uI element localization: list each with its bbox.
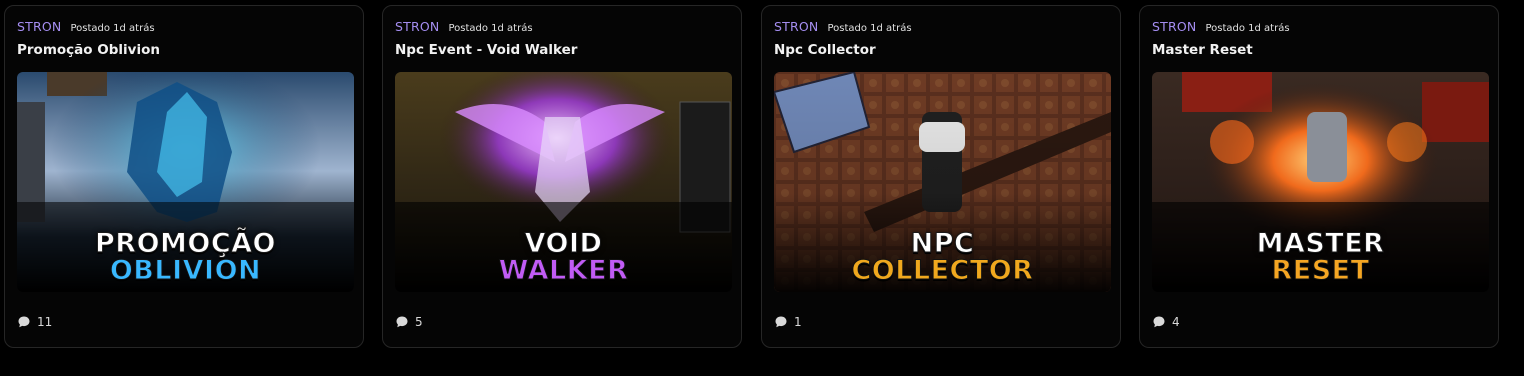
post-card-promocao-oblivion[interactable]: STRON Postado 1d atrás Promoção Oblivion [4,5,364,348]
thumbnail-banner: NPC COLLECTOR [774,228,1111,286]
banner-line-2: WALKER [498,255,629,286]
posts-grid: STRON Postado 1d atrás Promoção Oblivion [0,0,1524,376]
post-thumbnail[interactable]: MASTER RESET [1152,72,1489,292]
post-meta: STRON Postado 1d atrás [395,19,533,34]
post-card-master-reset[interactable]: STRON Postado 1d atrás Master Reset MAST… [1139,5,1499,348]
post-card-npc-collector[interactable]: STRON Postado 1d atrás Npc Collector NPC… [761,5,1121,348]
banner-line-2: RESET [1271,255,1370,286]
thumbnail-banner: MASTER RESET [1152,228,1489,286]
comment-count[interactable]: 11 [17,315,52,329]
thumbnail-banner: PROMOÇÃO OBLIVION [17,228,354,286]
comment-count-value: 1 [794,315,802,329]
banner-line-1: VOID [524,228,603,259]
post-timestamp: Postado 1d atrás [1205,23,1290,34]
post-meta: STRON Postado 1d atrás [1152,19,1290,34]
post-title[interactable]: Npc Event - Void Walker [395,42,577,58]
comment-count[interactable]: 5 [395,315,423,329]
post-thumbnail[interactable]: VOID WALKER [395,72,732,292]
post-card-void-walker[interactable]: STRON Postado 1d atrás Npc Event - Void … [382,5,742,348]
comment-bubble-icon [1153,316,1165,328]
comment-count-value: 4 [1172,315,1180,329]
post-author[interactable]: STRON [395,19,439,34]
post-title[interactable]: Promoção Oblivion [17,42,160,58]
comment-bubble-icon [18,316,30,328]
thumbnail-banner: VOID WALKER [395,228,732,286]
banner-line-2: OBLIVION [109,255,262,286]
banner-line-1: MASTER [1256,228,1385,259]
post-thumbnail[interactable]: NPC COLLECTOR [774,72,1111,292]
comment-count[interactable]: 1 [774,315,802,329]
banner-line-2: COLLECTOR [851,255,1034,286]
post-meta: STRON Postado 1d atrás [17,19,155,34]
post-timestamp: Postado 1d atrás [448,23,533,34]
banner-line-1: PROMOÇÃO [94,228,277,259]
post-author[interactable]: STRON [17,19,61,34]
comment-count-value: 11 [37,315,53,329]
post-thumbnail[interactable]: PROMOÇÃO OBLIVION [17,72,354,292]
post-title[interactable]: Npc Collector [774,42,876,58]
comment-count-value: 5 [415,315,423,329]
post-author[interactable]: STRON [774,19,818,34]
post-timestamp: Postado 1d atrás [70,23,155,34]
post-title[interactable]: Master Reset [1152,42,1253,58]
post-timestamp: Postado 1d atrás [827,23,912,34]
comment-count[interactable]: 4 [1152,315,1180,329]
comment-bubble-icon [775,316,787,328]
banner-line-1: NPC [910,228,975,259]
comment-bubble-icon [396,316,408,328]
post-author[interactable]: STRON [1152,19,1196,34]
post-meta: STRON Postado 1d atrás [774,19,912,34]
